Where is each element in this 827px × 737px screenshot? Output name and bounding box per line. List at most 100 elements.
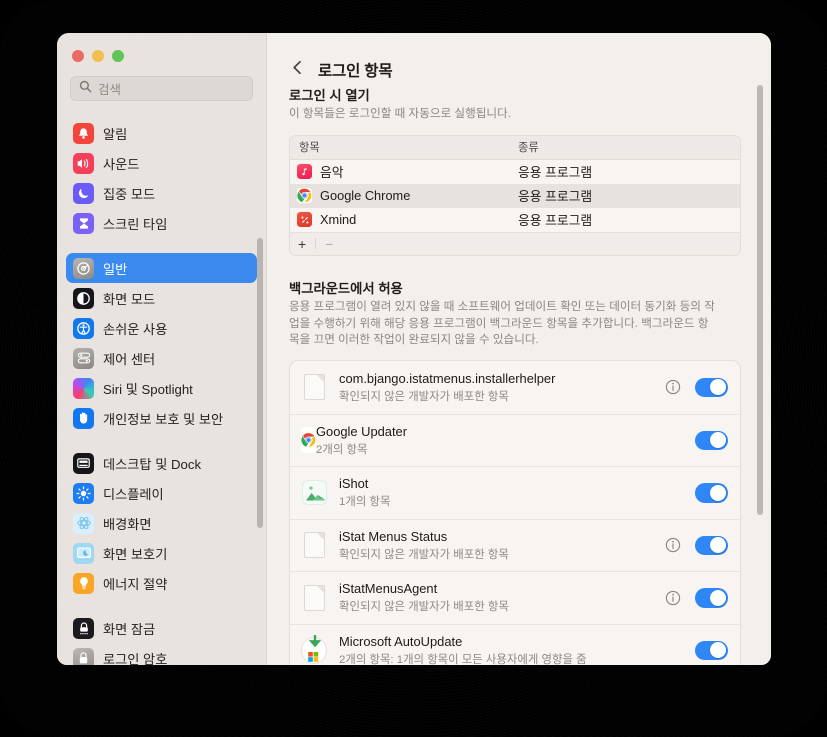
background-item-text: Google Updater 2개의 항목 xyxy=(316,424,655,457)
generic-document-icon xyxy=(301,530,327,560)
content-pane: 로그인 항목 로그인 시 열기 이 항목들은 로그인할 때 자동으로 실행됩니다… xyxy=(267,33,771,665)
device-frame: 검색 알림 사운드 집중 모드 스크린 타임 일반 화면 모드 손쉬운 사용 제… xyxy=(0,0,827,737)
generic-document-icon xyxy=(301,583,327,613)
sidebar-item-label: 제어 센터 xyxy=(103,351,156,367)
login-item-row[interactable]: Xmind 응용 프로그램 xyxy=(290,208,740,232)
footer-separator xyxy=(315,238,317,250)
chevron-left-icon xyxy=(292,60,303,80)
login-items-title: 로그인 시 열기 xyxy=(289,88,370,103)
sidebar-item-label: 일반 xyxy=(103,261,128,277)
content-header: 로그인 항목 xyxy=(267,33,771,85)
sidebar-item-15[interactable]: 에너지 절약 xyxy=(66,568,257,598)
sidebar-group-separator xyxy=(66,433,257,448)
background-item-text: Microsoft AutoUpdate 2개의 항목: 1개의 항목이 모든 … xyxy=(339,634,655,665)
chrome-app-icon xyxy=(297,188,312,204)
sidebar-item-9[interactable]: Siri 및 Spotlight xyxy=(66,373,257,403)
background-item-row: Microsoft AutoUpdate 2개의 항목: 1개의 항목이 모든 … xyxy=(290,623,740,665)
accessibility-icon xyxy=(73,317,94,339)
background-item-toggle[interactable] xyxy=(695,430,728,451)
sidebar-item-13[interactable]: 배경화면 xyxy=(66,508,257,538)
background-item-name: iStat Menus Status xyxy=(339,528,448,544)
background-item-subtitle: 확인되지 않은 개발자가 배포한 항목 xyxy=(339,390,509,403)
sidebar-item-6[interactable]: 화면 모드 xyxy=(66,283,257,313)
background-item-toggle[interactable] xyxy=(695,640,728,661)
column-header-kind: 종류 xyxy=(518,142,539,155)
login-item-row[interactable]: Google Chrome 응용 프로그램 xyxy=(290,183,740,208)
search-icon xyxy=(79,80,92,98)
background-item-toggle[interactable] xyxy=(695,483,728,503)
info-circle-icon[interactable] xyxy=(665,590,681,606)
info-circle-icon[interactable] xyxy=(665,379,681,395)
sidebar-scroll-area[interactable]: 알림 사운드 집중 모드 스크린 타임 일반 화면 모드 손쉬운 사용 제어 센… xyxy=(57,116,266,665)
sidebar-item-label: 알림 xyxy=(103,126,128,142)
login-item-kind: 응용 프로그램 xyxy=(518,165,593,181)
sidebar-item-8[interactable]: 제어 센터 xyxy=(66,343,257,373)
background-item-controls xyxy=(655,640,728,661)
login-item-name: Xmind xyxy=(320,212,357,228)
sidebar-item-7[interactable]: 손쉬운 사용 xyxy=(66,313,257,343)
login-item-name: 음악 xyxy=(320,165,344,181)
login-item-name: Google Chrome xyxy=(320,188,411,204)
background-item-subtitle: 2개의 항목: 1개의 항목이 모든 사용자에게 영향을 줌 xyxy=(339,653,587,665)
sidebar-item-label: 스크린 타임 xyxy=(103,216,168,232)
sidebar-item-label: 손쉬운 사용 xyxy=(103,321,168,337)
sidebar-item-label: 사운드 xyxy=(103,156,140,172)
login-item-kind: 응용 프로그램 xyxy=(518,213,593,229)
sidebar-item-label: 에너지 절약 xyxy=(103,576,168,592)
sidebar-item-label: 배경화면 xyxy=(103,516,152,532)
sidebar-search-area: 검색 xyxy=(57,62,266,109)
search-placeholder: 검색 xyxy=(98,83,122,97)
background-item-row: iStatMenusAgent 확인되지 않은 개발자가 배포한 항목 xyxy=(290,571,740,624)
background-item-name: com.bjango.istatmenus.installerhelper xyxy=(339,370,556,386)
sidebar-item-label: 개인정보 보호 및 보안 xyxy=(103,411,224,427)
background-items-rows: com.bjango.istatmenus.installerhelper 확인… xyxy=(290,361,740,665)
sidebar-item-4[interactable]: 스크린 타임 xyxy=(66,208,257,238)
login-item-row[interactable]: 음악 응용 프로그램 xyxy=(290,160,740,184)
background-item-subtitle: 확인되지 않은 개발자가 배포한 항목 xyxy=(339,548,509,561)
background-title: 백그라운드에서 허용 xyxy=(289,280,403,296)
background-section: 백그라운드에서 허용 응용 프로그램이 열려 있지 않을 때 소프트웨어 업데이… xyxy=(289,278,741,665)
content-scrollbar[interactable] xyxy=(757,85,763,515)
background-item-toggle[interactable] xyxy=(695,535,728,556)
remove-login-item-button[interactable]: − xyxy=(325,237,333,251)
background-item-controls xyxy=(655,588,728,608)
minimize-button[interactable] xyxy=(92,50,104,62)
notifications-icon xyxy=(73,122,94,144)
desktop-dock-icon xyxy=(73,452,94,474)
background-item-toggle[interactable] xyxy=(695,377,728,398)
sidebar-item-label: 화면 잠금 xyxy=(103,621,156,637)
sidebar-item-2[interactable]: 사운드 xyxy=(66,148,257,178)
sidebar-item-17[interactable]: 로그인 암호 xyxy=(66,643,257,665)
sidebar-item-5[interactable]: 일반 xyxy=(66,253,257,283)
background-item-subtitle: 1개의 항목 xyxy=(339,496,391,509)
sidebar-item-16[interactable]: 화면 잠금 xyxy=(66,613,257,643)
sidebar-item-label: 디스플레이 xyxy=(103,486,164,502)
sidebar-item-3[interactable]: 집중 모드 xyxy=(66,178,257,208)
sidebar-item-10[interactable]: 개인정보 보호 및 보안 xyxy=(66,403,257,433)
sidebar-item-11[interactable]: 데스크탑 및 Dock xyxy=(66,448,257,478)
sidebar-item-label: 집중 모드 xyxy=(103,186,156,202)
maximize-button[interactable] xyxy=(112,50,124,62)
search-input[interactable]: 검색 xyxy=(70,76,253,101)
table-header-row: 항목 종류 xyxy=(290,135,740,160)
page-title: 로그인 항목 xyxy=(318,63,393,80)
background-item-row: iStat Menus Status 확인되지 않은 개발자가 배포한 항목 xyxy=(290,518,740,572)
login-items-section: 로그인 시 열기 이 항목들은 로그인할 때 자동으로 실행됩니다. 항목 종류… xyxy=(289,85,741,256)
back-button[interactable] xyxy=(289,60,305,80)
sound-icon xyxy=(73,152,94,174)
sidebar-item-label: 화면 모드 xyxy=(103,291,156,307)
sidebar-item-12[interactable]: 디스플레이 xyxy=(66,478,257,508)
sidebar-item-label: 로그인 암호 xyxy=(103,651,168,666)
sidebar-item-14[interactable]: 화면 보호기 xyxy=(66,538,257,568)
sidebar-item-1[interactable]: 알림 xyxy=(66,118,257,148)
control-center-icon xyxy=(73,347,94,369)
background-item-controls xyxy=(655,483,728,503)
info-circle-icon[interactable] xyxy=(665,537,681,553)
background-item-toggle[interactable] xyxy=(695,588,728,608)
background-items-card: com.bjango.istatmenus.installerhelper 확인… xyxy=(289,360,741,665)
add-login-item-button[interactable]: + xyxy=(298,237,306,251)
wallpaper-icon xyxy=(73,512,94,534)
sidebar-scrollbar[interactable] xyxy=(257,238,263,528)
close-button[interactable] xyxy=(72,50,84,62)
window-traffic-lights xyxy=(57,33,266,62)
